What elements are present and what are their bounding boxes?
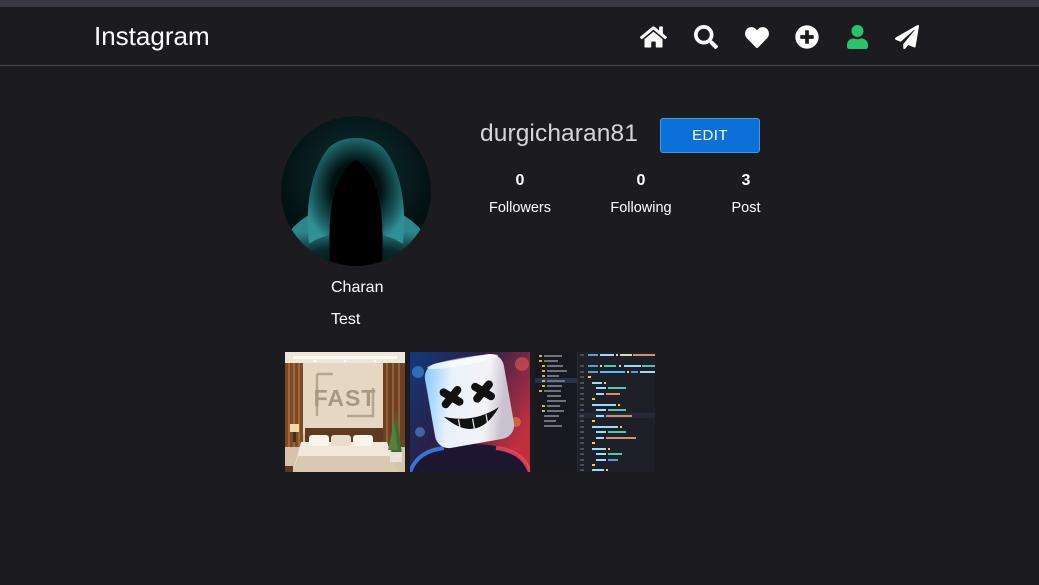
following-count: 0 xyxy=(636,172,646,189)
nav-create-post-link[interactable] xyxy=(795,25,819,49)
plus-circle-icon[interactable] xyxy=(795,25,819,49)
edit-profile-button[interactable]: EDIT xyxy=(660,118,760,153)
post-thumbnail[interactable] xyxy=(410,352,530,472)
posts-count: 3 xyxy=(741,172,751,189)
nav-search-link[interactable] xyxy=(694,25,718,49)
posts-label: Post xyxy=(731,200,761,216)
profile-bio: Test xyxy=(331,311,361,328)
profile-avatar xyxy=(281,116,431,266)
window-top-strip xyxy=(0,0,1039,7)
heart-icon[interactable] xyxy=(745,27,769,48)
post-thumbnail[interactable]: FAST xyxy=(285,352,405,472)
search-icon[interactable] xyxy=(694,25,718,49)
nav-activity-link[interactable] xyxy=(745,27,769,48)
nav-profile-link[interactable] xyxy=(847,25,868,49)
avatar-image xyxy=(281,116,431,266)
following-stat: 0 Following xyxy=(601,171,681,218)
posts-stat: 3 Post xyxy=(706,171,786,218)
editor-sidebar xyxy=(535,352,578,472)
wall-logo-text: FAST xyxy=(314,385,377,411)
followers-count: 0 xyxy=(515,172,525,189)
post-image-code-editor xyxy=(535,352,655,472)
brand-logo[interactable]: Instagram xyxy=(94,21,210,51)
profile-full-name: Charan xyxy=(331,279,384,296)
navbar: Instagram xyxy=(0,7,1039,66)
nav-messages-link[interactable] xyxy=(895,25,919,49)
user-icon[interactable] xyxy=(847,25,868,49)
following-label: Following xyxy=(610,200,672,216)
post-image-bedroom: FAST xyxy=(285,352,405,472)
ceiling xyxy=(285,352,405,363)
followers-stat: 0 Followers xyxy=(480,171,560,218)
paper-plane-icon[interactable] xyxy=(895,25,919,49)
home-icon[interactable] xyxy=(640,25,667,49)
post-image-helmet xyxy=(410,352,530,472)
post-thumbnail[interactable] xyxy=(535,352,655,472)
helmet xyxy=(424,353,515,449)
nav-home-link[interactable] xyxy=(640,25,667,49)
followers-label: Followers xyxy=(488,200,552,216)
profile-username: durgicharan81 xyxy=(480,120,638,147)
